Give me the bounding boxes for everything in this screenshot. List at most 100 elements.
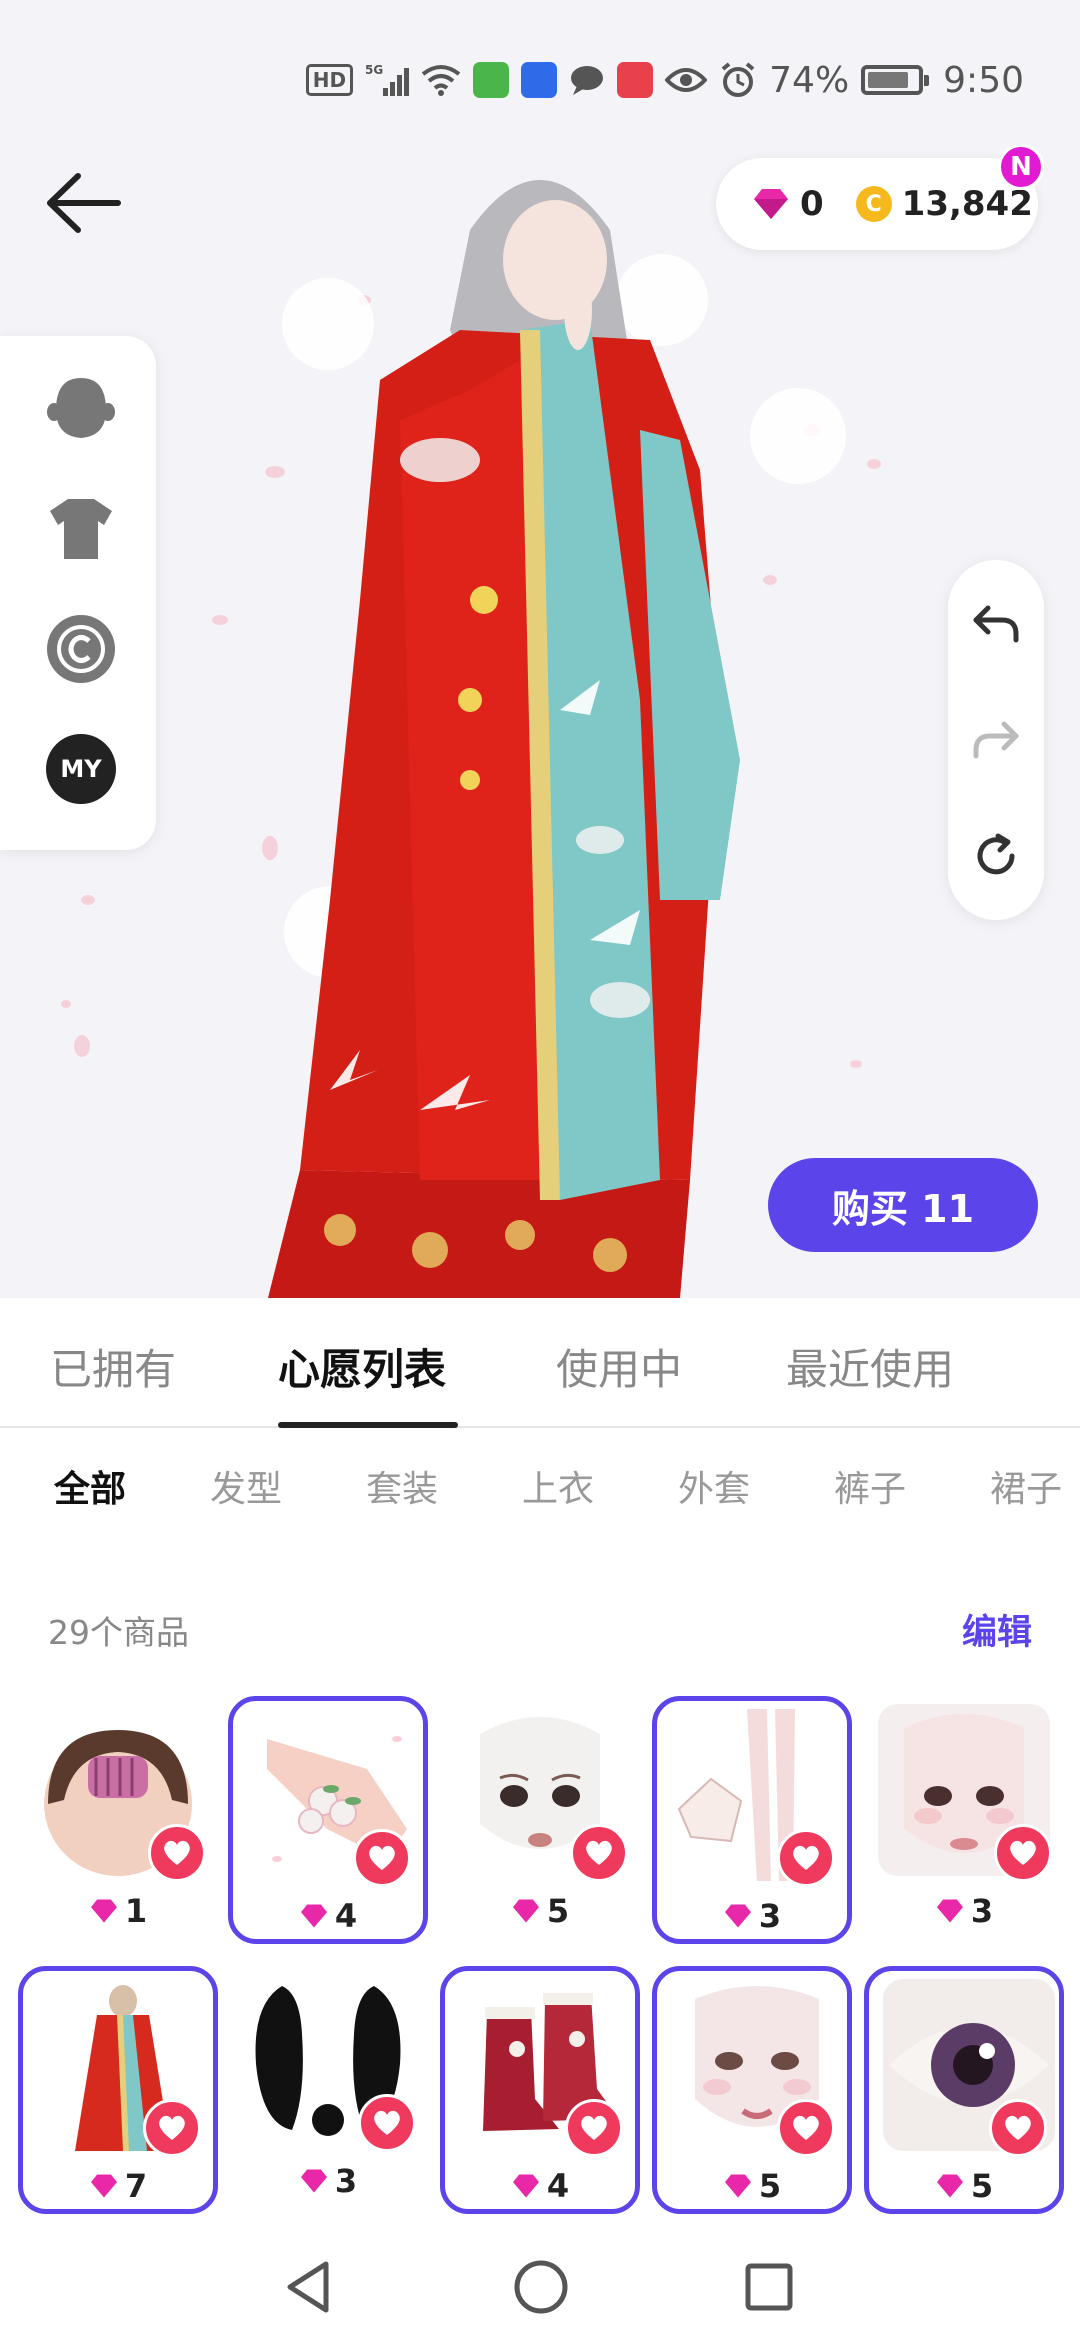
- gem-icon: [724, 2174, 751, 2198]
- item-price: 5: [440, 1892, 640, 1930]
- app-notification-red-icon: [617, 62, 654, 98]
- wishlist-item-body[interactable]: 3: [652, 1696, 852, 1944]
- item-price: 5: [657, 2167, 847, 2205]
- category-outfit-set[interactable]: 套装: [366, 1460, 438, 1512]
- currency-pill[interactable]: 0 C 13,842 N: [716, 144, 1044, 250]
- face-tool-button[interactable]: [46, 374, 116, 444]
- wishlist-item-face-1[interactable]: 5: [440, 1696, 640, 1944]
- wishlist-item-face-2[interactable]: 3: [864, 1696, 1064, 1944]
- battery-icon: [861, 65, 930, 95]
- notification-badge: N: [998, 144, 1044, 190]
- coin-balance: 13,842: [901, 184, 1033, 224]
- heart-icon[interactable]: [148, 1824, 206, 1882]
- heart-icon[interactable]: [570, 1824, 628, 1882]
- gem-icon: [724, 1904, 751, 1928]
- wishlist-item-hanfu-outfit[interactable]: 7: [18, 1966, 218, 2214]
- copyright-icon: [47, 615, 115, 683]
- category-tops[interactable]: 上衣: [522, 1460, 594, 1512]
- price-value: 5: [758, 2167, 782, 2205]
- message-bubble-icon: [569, 64, 605, 96]
- head-icon: [47, 378, 115, 438]
- gem-icon: [936, 1899, 963, 1923]
- category-filter-bar: 全部 发型 套装 上衣 外套 裤子 裙子: [0, 1460, 1080, 1530]
- wishlist-item-hair-roller[interactable]: 1: [18, 1696, 218, 1944]
- heart-icon[interactable]: [777, 2099, 835, 2157]
- heart-icon[interactable]: [143, 2099, 201, 2157]
- undo-button[interactable]: [972, 600, 1020, 648]
- tab-wishlist[interactable]: 心愿列表: [278, 1336, 446, 1397]
- my-label: MY: [46, 734, 116, 804]
- item-price: 3: [657, 1897, 847, 1935]
- gem-icon: [90, 1899, 117, 1923]
- my-tool-button[interactable]: MY: [46, 734, 116, 804]
- gem-icon: [936, 2174, 963, 2198]
- hd-indicator: HD: [305, 64, 354, 96]
- network-type: 5G: [365, 63, 383, 77]
- price-value: 1: [124, 1892, 148, 1930]
- item-price: 1: [18, 1892, 218, 1930]
- home-circle-icon: [514, 2260, 568, 2314]
- wardrobe-tabs: 已拥有 心愿列表 使用中 最近使用: [0, 1298, 1080, 1428]
- nav-home-button[interactable]: [506, 2252, 576, 2322]
- active-tab-indicator: [278, 1422, 458, 1428]
- wishlist-item-floral-hand[interactable]: 4: [228, 1696, 428, 1944]
- edit-button[interactable]: 编辑: [962, 1604, 1032, 1655]
- category-hairstyle[interactable]: 发型: [210, 1460, 282, 1512]
- category-jackets[interactable]: 外套: [678, 1460, 750, 1512]
- wishlist-item-red-boots[interactable]: 4: [440, 1966, 640, 2214]
- clothing-tool-button[interactable]: [46, 494, 116, 564]
- status-bar: HD 5G 74% 9:50: [305, 52, 1024, 108]
- app-notification-blue-icon: [521, 62, 558, 98]
- coin-icon: C: [855, 186, 892, 222]
- heart-icon[interactable]: [358, 2094, 416, 2152]
- nav-back-button[interactable]: [274, 2252, 344, 2322]
- gem-icon: [300, 2169, 327, 2193]
- heart-icon[interactable]: [353, 1829, 411, 1887]
- price-value: 4: [546, 2167, 570, 2205]
- wardrobe-sheet: 已拥有 心愿列表 使用中 最近使用 全部 发型 套装 上衣 外套 裤子 裙子 2…: [0, 1298, 1080, 2340]
- app-root: HD 5G 74% 9:50 0 C 13,842 N MY 购买 11 已拥有…: [0, 0, 1080, 2340]
- price-value: 5: [970, 2167, 994, 2205]
- heart-icon[interactable]: [565, 2099, 623, 2157]
- tab-owned[interactable]: 已拥有: [50, 1336, 176, 1397]
- cellular-signal-icon: 5G: [365, 62, 410, 98]
- refresh-icon: [977, 833, 1015, 875]
- wishlist-item-eye[interactable]: 5: [864, 1966, 1064, 2214]
- price-value: 3: [970, 1892, 994, 1930]
- tab-recent[interactable]: 最近使用: [786, 1336, 954, 1397]
- price-value: 3: [758, 1897, 782, 1935]
- edit-history-panel: [948, 560, 1044, 920]
- item-price: 4: [233, 1897, 423, 1935]
- wifi-icon: [421, 64, 461, 96]
- heart-icon[interactable]: [777, 1829, 835, 1887]
- nav-recents-button[interactable]: [734, 2252, 804, 2322]
- copyright-tool-button[interactable]: [46, 614, 116, 684]
- gem-balance: 0: [800, 184, 824, 224]
- recents-square-icon: [745, 2263, 793, 2311]
- reset-button[interactable]: [972, 832, 1020, 880]
- back-button[interactable]: [40, 168, 130, 238]
- gem-icon: [754, 189, 788, 219]
- wishlist-item-face-3[interactable]: 5: [652, 1966, 852, 2214]
- category-side-panel: MY: [0, 336, 156, 850]
- tab-in-use[interactable]: 使用中: [556, 1336, 682, 1397]
- arrow-left-icon: [47, 173, 121, 233]
- price-value: 5: [546, 1892, 570, 1930]
- gem-icon: [512, 1899, 539, 1923]
- item-count: 29个商品: [48, 1613, 189, 1652]
- category-pants[interactable]: 裤子: [834, 1460, 906, 1512]
- category-skirts[interactable]: 裙子: [990, 1460, 1062, 1512]
- category-all[interactable]: 全部: [54, 1460, 126, 1512]
- heart-icon[interactable]: [994, 1824, 1052, 1882]
- gem-icon: [300, 1904, 327, 1928]
- redo-button[interactable]: [972, 716, 1020, 764]
- item-price: 4: [445, 2167, 635, 2205]
- undo-icon: [973, 605, 1019, 643]
- system-nav-bar: [0, 2230, 1080, 2340]
- battery-percent: 74%: [769, 59, 850, 101]
- gem-icon: [90, 2174, 117, 2198]
- wishlist-item-black-fur[interactable]: 3: [228, 1966, 428, 2214]
- heart-icon[interactable]: [989, 2099, 1047, 2157]
- price-value: 3: [334, 2162, 358, 2200]
- buy-button[interactable]: 购买 11: [768, 1158, 1038, 1252]
